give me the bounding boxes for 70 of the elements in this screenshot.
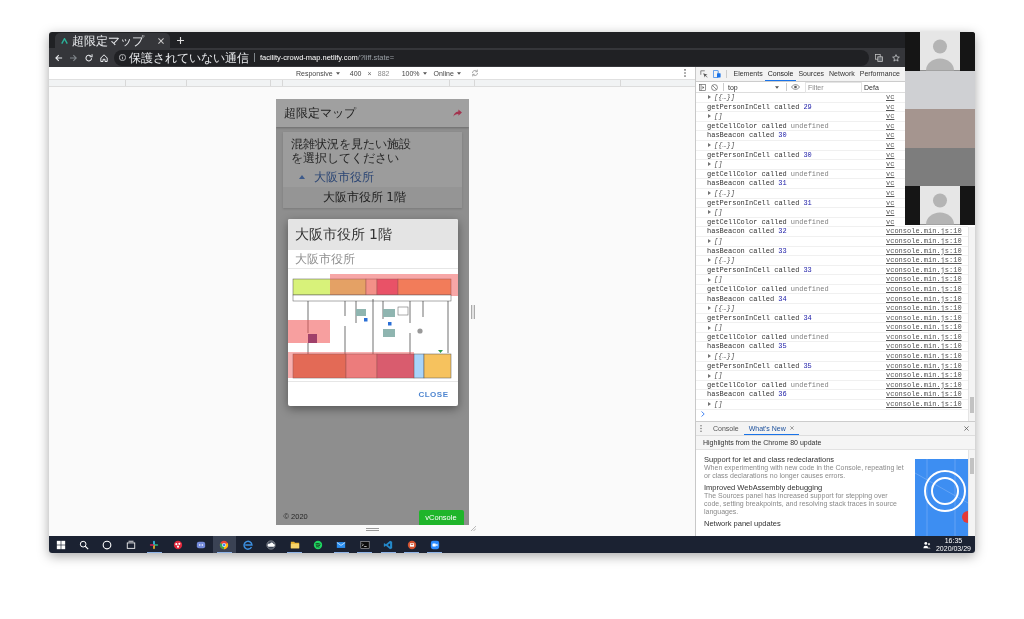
home-icon[interactable]	[100, 53, 108, 62]
star-icon[interactable]	[892, 53, 900, 62]
expand-triangle-icon[interactable]	[708, 143, 711, 148]
security-chip[interactable]: 保護されていない通信	[119, 50, 249, 65]
info-icon	[119, 54, 126, 61]
photo-placeholder	[904, 147, 975, 187]
resize-handle[interactable]	[470, 305, 475, 319]
task-view-icon[interactable]	[125, 539, 136, 550]
caret-icon	[456, 71, 461, 75]
people-icon[interactable]	[922, 540, 931, 549]
expand-triangle-icon[interactable]	[708, 258, 711, 263]
device-icon[interactable]	[713, 70, 721, 78]
expand-triangle-icon[interactable]	[708, 354, 711, 359]
close-button[interactable]: CLOSE	[417, 387, 450, 401]
expand-triangle-icon[interactable]	[708, 306, 711, 311]
photo-placeholder	[904, 109, 975, 148]
reload-icon[interactable]	[85, 53, 93, 62]
dialog-subtitle: 大阪市役所	[287, 250, 458, 269]
swirl-icon	[242, 539, 253, 550]
sidebar-icon[interactable]	[699, 83, 706, 91]
inspect-icon[interactable]	[700, 70, 708, 78]
expand-triangle-icon[interactable]	[708, 373, 711, 378]
browser-icon	[219, 539, 230, 550]
browser-tab[interactable]: 超限定マップ	[55, 33, 170, 48]
expand-triangle-icon[interactable]	[708, 277, 711, 282]
prompt-icon[interactable]	[701, 411, 705, 418]
terminal-icon	[359, 539, 370, 550]
slides-icon	[406, 539, 417, 550]
taskbar-button[interactable]	[212, 536, 237, 553]
expand-triangle-icon[interactable]	[708, 239, 711, 244]
ribbon-icon	[383, 539, 394, 550]
caret-icon	[335, 71, 340, 75]
expand-triangle-icon[interactable]	[708, 402, 711, 407]
caret-icon	[775, 85, 779, 89]
scrollbar[interactable]	[968, 450, 975, 536]
ring-icon[interactable]	[102, 539, 113, 550]
chevron-icon	[61, 37, 68, 44]
dots-icon	[172, 539, 183, 550]
new-tab-icon[interactable]	[177, 36, 184, 44]
expand-triangle-icon[interactable]	[708, 114, 711, 119]
expand-triangle-icon[interactable]	[708, 162, 711, 167]
expand-triangle-icon[interactable]	[708, 95, 711, 100]
gamepad-icon	[196, 539, 207, 550]
app-title: 超限定マップ	[283, 106, 356, 120]
windows-icon[interactable]	[55, 539, 66, 550]
clear-icon[interactable]	[711, 83, 718, 91]
cloud-icon	[266, 539, 277, 550]
envelope-icon	[336, 539, 347, 550]
expand-triangle-icon[interactable]	[708, 210, 711, 215]
translate-icon[interactable]	[875, 53, 883, 62]
expand-triangle-icon[interactable]	[708, 325, 711, 330]
video-camera-icon	[429, 539, 440, 550]
eye-icon[interactable]	[791, 84, 800, 90]
pinwheel-icon	[149, 539, 160, 550]
resize-handle[interactable]	[365, 528, 379, 531]
search-icon[interactable]	[79, 539, 90, 550]
back-icon[interactable]	[55, 53, 63, 62]
scrollbar[interactable]	[968, 227, 975, 421]
caret-icon	[422, 71, 427, 75]
dialog-title: 大阪市役所 1階	[287, 219, 458, 250]
expand-triangle-icon[interactable]	[708, 191, 711, 196]
close-icon[interactable]	[964, 426, 969, 431]
folder-icon	[289, 539, 300, 550]
avatar-icon	[919, 32, 960, 71]
floor-item[interactable]: 大阪市役所 1階	[282, 187, 462, 208]
facility-item[interactable]: 大阪市役所	[282, 167, 462, 187]
prompt-text: 混雑状況を見たい施設を選択してください	[289, 136, 412, 167]
share-icon[interactable]	[452, 109, 462, 117]
wave-circle-icon	[313, 539, 323, 550]
forward-icon[interactable]	[70, 53, 78, 62]
